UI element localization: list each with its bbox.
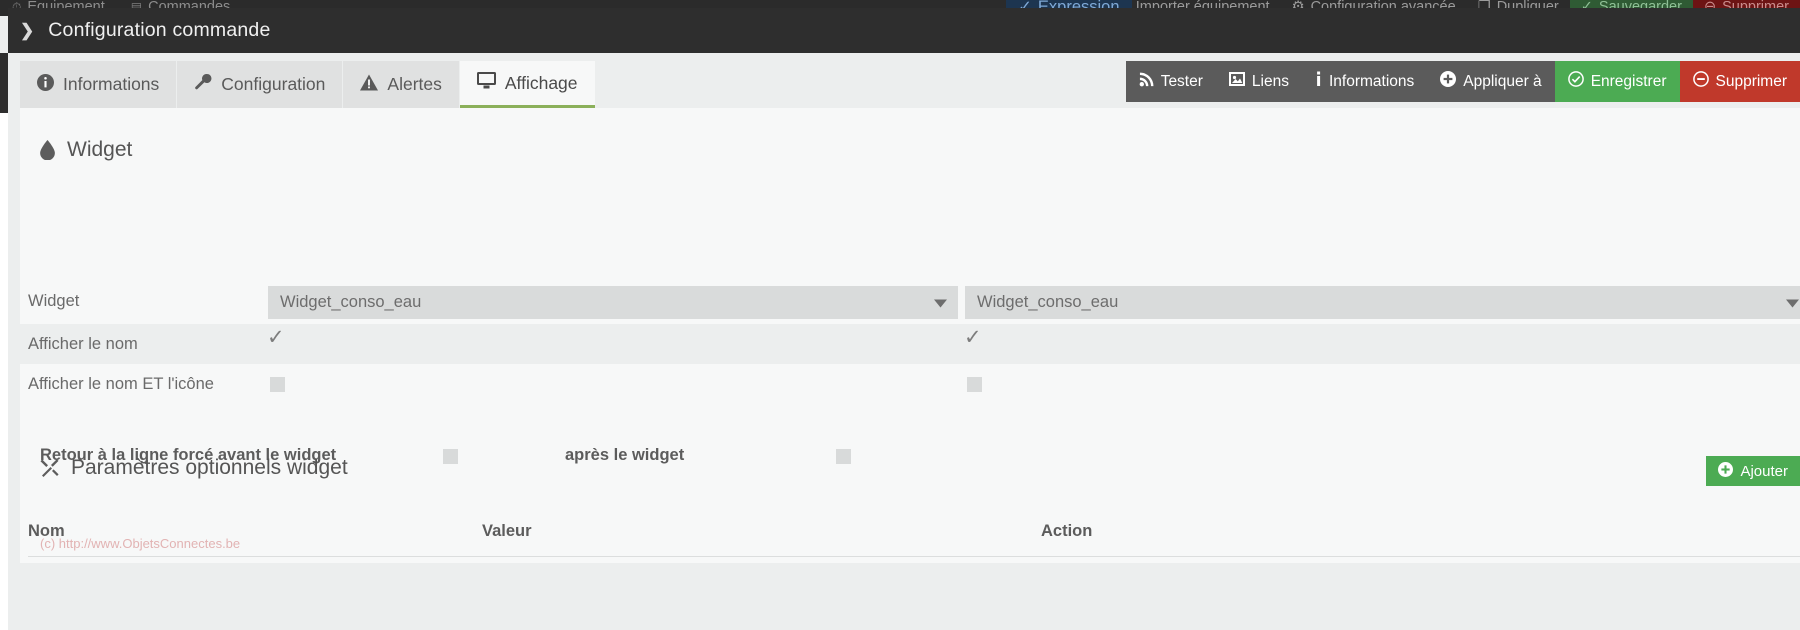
rss-icon bbox=[1139, 72, 1154, 92]
widget-select-dashboard[interactable]: Widget_conso_eau bbox=[268, 286, 958, 319]
warning-triangle-icon bbox=[360, 74, 379, 96]
column-headers: Dashboard Mobile bbox=[20, 240, 1800, 313]
table-separator bbox=[28, 556, 1800, 557]
wrench-icon bbox=[194, 73, 212, 96]
tester-button[interactable]: Tester bbox=[1125, 61, 1216, 102]
widget-select-mobile-value: Widget_conso_eau bbox=[977, 293, 1119, 311]
row-label-widget: Widget bbox=[28, 292, 80, 310]
link-image-icon bbox=[1228, 72, 1245, 91]
tab-label: Informations bbox=[63, 74, 160, 94]
chevron-right-icon[interactable]: ❯ bbox=[20, 21, 34, 41]
optional-params-header: Paramètres optionnels widget bbox=[20, 456, 1800, 480]
left-rail bbox=[0, 53, 8, 630]
tab-label: Affichage bbox=[504, 72, 578, 93]
tab-informations[interactable]: Informations bbox=[20, 61, 177, 108]
form-row-widget: Widget Widget_conso_eau Widget_conso_eau bbox=[20, 280, 1800, 324]
form-row-afficher-le-nom: Afficher le nom ✓ ✓ bbox=[20, 324, 1800, 364]
table-header-action: Action bbox=[1041, 522, 1093, 540]
widget-section-header: Widget bbox=[20, 108, 1800, 162]
action-label: Enregistrer bbox=[1590, 72, 1667, 90]
tools-icon bbox=[40, 458, 59, 478]
optional-params-title: Paramètres optionnels widget bbox=[71, 456, 348, 479]
form-row-retour-ligne: Retour à la ligne forcé avant le widget … bbox=[20, 404, 1800, 494]
checkbox-afficher-le-nom-dashboard[interactable]: ✓ bbox=[267, 327, 285, 351]
action-toolbar: Tester Liens Informations Appliquer à En… bbox=[1125, 61, 1800, 102]
table-header-valeur: Valeur bbox=[482, 522, 532, 540]
action-label: Tester bbox=[1160, 72, 1203, 90]
optional-params-section: Paramètres optionnels widget Ajouter Nom… bbox=[20, 456, 1800, 557]
optional-params-table-header: Nom Valeur Action bbox=[20, 522, 1800, 556]
info-circle-icon bbox=[37, 73, 54, 96]
informations-button[interactable]: Informations bbox=[1301, 61, 1428, 102]
app-root: ⏱ Equipement ▤ Commandes ✓ Expression ▦ … bbox=[0, 0, 1800, 630]
enregistrer-button[interactable]: Enregistrer bbox=[1554, 61, 1680, 102]
checkbox-afficher-le-nom-et-icone-mobile[interactable] bbox=[967, 377, 982, 392]
tab-label: Configuration bbox=[221, 74, 326, 94]
plus-circle-icon bbox=[1440, 71, 1457, 92]
tab-list: Informations Configuration Alertes Affic… bbox=[20, 61, 596, 108]
check-circle-icon bbox=[1567, 71, 1584, 92]
tab-alertes[interactable]: Alertes bbox=[343, 61, 459, 108]
ajouter-button[interactable]: Ajouter bbox=[1706, 456, 1800, 486]
minus-circle-icon bbox=[1692, 71, 1709, 92]
panel-bottom-fill bbox=[16, 563, 1800, 630]
info-icon bbox=[1315, 71, 1322, 92]
page-title: Configuration commande bbox=[48, 19, 271, 41]
liens-button[interactable]: Liens bbox=[1215, 61, 1302, 102]
footer-credit: (c) http://www.ObjetsConnectes.be bbox=[40, 536, 241, 551]
plus-circle-icon bbox=[1718, 461, 1734, 481]
appliquer-a-button[interactable]: Appliquer à bbox=[1427, 61, 1555, 102]
action-label: Informations bbox=[1328, 72, 1415, 90]
row-label-afficher-le-nom-et-icone: Afficher le nom ET l'icône bbox=[28, 374, 214, 393]
chevron-down-icon bbox=[934, 293, 947, 312]
tab-affichage[interactable]: Affichage bbox=[459, 61, 595, 108]
ajouter-label: Ajouter bbox=[1740, 462, 1788, 480]
left-rail-dark bbox=[0, 53, 8, 113]
action-label: Supprimer bbox=[1715, 72, 1788, 90]
droplet-icon bbox=[40, 140, 55, 160]
check-icon: ✓ bbox=[964, 326, 982, 349]
tab-label: Alertes bbox=[387, 74, 442, 94]
widget-select-dashboard-value: Widget_conso_eau bbox=[280, 293, 422, 311]
monitor-icon bbox=[476, 72, 496, 94]
widget-section-title: Widget bbox=[67, 138, 133, 161]
row-label-afficher-le-nom: Afficher le nom bbox=[28, 334, 138, 353]
breadcrumb: ❯ Configuration commande bbox=[8, 8, 1800, 53]
tab-bar: Informations Configuration Alertes Affic… bbox=[8, 53, 1800, 108]
action-label: Liens bbox=[1251, 72, 1289, 90]
widget-select-mobile[interactable]: Widget_conso_eau bbox=[965, 286, 1800, 319]
tab-configuration[interactable]: Configuration bbox=[177, 61, 343, 108]
check-icon: ✓ bbox=[267, 326, 285, 349]
supprimer-button[interactable]: Supprimer bbox=[1679, 61, 1800, 102]
checkbox-afficher-le-nom-mobile[interactable]: ✓ bbox=[964, 327, 982, 351]
checkbox-afficher-le-nom-et-icone-dashboard[interactable] bbox=[270, 377, 285, 392]
affichage-panel: Widget Dashboard Mobile Widget Widget_co… bbox=[20, 108, 1800, 563]
form-row-afficher-le-nom-et-icone: Afficher le nom ET l'icône bbox=[20, 364, 1800, 404]
chevron-down-icon bbox=[1786, 293, 1799, 312]
action-label: Appliquer à bbox=[1463, 72, 1542, 90]
main-panel: Informations Configuration Alertes Affic… bbox=[8, 53, 1800, 630]
